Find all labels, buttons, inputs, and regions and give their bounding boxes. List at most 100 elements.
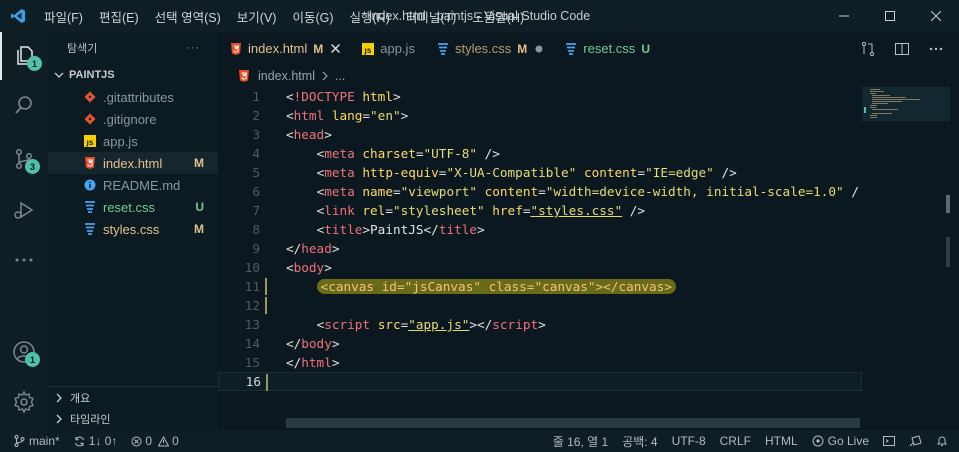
problems-indicator[interactable]: 0 0 — [124, 430, 185, 452]
menu-item[interactable]: 도움말(H) — [464, 7, 532, 26]
unsaved-dot-icon[interactable] — [535, 45, 543, 53]
open-changes-icon[interactable] — [851, 41, 885, 57]
code-line[interactable]: 10 <body> — [218, 258, 862, 277]
file-item[interactable]: index.html M — [48, 152, 218, 174]
code-line[interactable]: 12 — [218, 296, 862, 315]
more-icon[interactable] — [0, 236, 48, 284]
highlighted-code: <canvas id="jsCanvas" class="canvas"></c… — [316, 279, 676, 294]
close-icon[interactable] — [913, 0, 959, 32]
code-line[interactable]: 13 <script src="app.js"></script> — [218, 315, 862, 334]
horizontal-scrollbar[interactable] — [286, 418, 860, 428]
file-name: README.md — [103, 177, 181, 193]
code-editor[interactable]: 1 <!DOCTYPE html> 2 <html lang="en"> 3 <head>… — [218, 87, 862, 417]
account-badge: 1 — [25, 352, 40, 367]
tab-status: M — [517, 41, 528, 56]
menu-item[interactable]: 터미널(T) — [398, 7, 464, 26]
account-icon[interactable]: 1 — [0, 328, 48, 376]
code-line[interactable]: 5 <meta http-equiv="X-UA-Compatible" con… — [218, 163, 862, 182]
go-live-button[interactable]: Go Live — [805, 430, 876, 452]
line-number: 9 — [252, 241, 260, 256]
encoding[interactable]: UTF-8 — [665, 430, 713, 452]
line-number: 3 — [252, 127, 260, 142]
indentation[interactable]: 공백: 4 — [615, 430, 664, 452]
source-control-icon[interactable]: 3 — [0, 135, 48, 183]
tab-status: M — [313, 41, 324, 56]
code-line[interactable]: 6 <meta name="viewport" content="width=d… — [218, 182, 862, 201]
code-line[interactable]: 3 <head> — [218, 125, 862, 144]
minimap[interactable] — [862, 87, 950, 417]
run-debug-icon[interactable] — [0, 186, 48, 234]
line-number: 5 — [252, 165, 260, 180]
close-icon[interactable] — [331, 44, 341, 53]
sync-indicator[interactable]: 1↓ 0↑ — [67, 430, 125, 452]
menu-item[interactable]: 파일(F) — [36, 7, 91, 26]
file-item[interactable]: reset.css U — [48, 196, 218, 218]
cursor-position[interactable]: 줄 16, 열 1 — [546, 430, 615, 452]
code-line[interactable]: 4 <meta charset="UTF-8" /> — [218, 144, 862, 163]
file-item[interactable]: .gitignore — [48, 108, 218, 130]
file-item[interactable]: JS app.js — [48, 130, 218, 152]
line-ending[interactable]: CRLF — [713, 430, 758, 452]
folder-name: PAINTJS — [69, 69, 115, 81]
git-icon — [84, 113, 96, 125]
menu-item[interactable]: 보기(V) — [229, 7, 285, 26]
more-actions-icon[interactable] — [919, 41, 953, 57]
menu-item[interactable]: 선택 영역(S) — [147, 7, 229, 26]
menu-item[interactable]: 편집(E) — [91, 7, 147, 26]
tab-index-html[interactable]: index.html M — [218, 32, 351, 65]
code-line[interactable]: 2 <html lang="en"> — [218, 106, 862, 125]
code-text: <body> — [286, 260, 332, 275]
branch-indicator[interactable]: main* — [0, 430, 67, 452]
css-icon — [84, 223, 96, 235]
code-line[interactable]: 15 </html> — [218, 353, 862, 372]
code-line[interactable]: 8 <title>PaintJS</title> — [218, 220, 862, 239]
tab-label: styles.css — [454, 41, 512, 56]
tab-styles-css[interactable]: styles.css M — [425, 32, 553, 65]
branch-icon — [14, 435, 25, 447]
terminal-icon[interactable] — [876, 430, 902, 452]
html-icon — [230, 42, 242, 55]
html-icon — [84, 157, 96, 169]
sync-status: 1↓ 0↑ — [88, 434, 118, 448]
folder-paintjs[interactable]: PAINTJS — [48, 64, 218, 86]
explorer-more-icon[interactable]: ··· — [186, 42, 200, 54]
warning-count: 0 — [172, 434, 179, 448]
chevron-right-icon — [54, 414, 64, 424]
explorer-icon[interactable]: 1 — [0, 32, 48, 80]
git-icon — [84, 91, 96, 103]
settings-gear-icon[interactable] — [0, 378, 48, 426]
tab-app-js[interactable]: JS app.js — [350, 32, 425, 65]
maximize-icon[interactable] — [867, 0, 913, 32]
notifications-bell-icon[interactable] — [929, 430, 955, 452]
warning-icon — [158, 435, 170, 447]
feedback-icon[interactable] — [902, 430, 929, 452]
file-name: reset.css — [103, 199, 156, 215]
code-line[interactable]: 14 </body> — [218, 334, 862, 353]
code-line[interactable]: 9 </head> — [218, 239, 862, 258]
sync-icon — [74, 436, 85, 447]
code-text: <canvas id="jsCanvas" class="canvas"></c… — [286, 279, 676, 294]
file-name: app.js — [103, 133, 138, 149]
code-line[interactable]: 11 <canvas id="jsCanvas" class="canvas">… — [218, 277, 862, 296]
file-item[interactable]: .gitattributes — [48, 86, 218, 108]
code-line[interactable]: 7 <link rel="stylesheet" href="styles.cs… — [218, 201, 862, 220]
search-icon[interactable] — [0, 81, 48, 129]
file-item[interactable]: README.md — [48, 174, 218, 196]
minimize-icon[interactable] — [821, 0, 867, 32]
menu-item[interactable]: 실행(R) — [342, 7, 398, 26]
menu-item[interactable]: 이동(G) — [284, 7, 341, 26]
breadcrumb-rest[interactable]: ... — [335, 69, 345, 83]
language-mode[interactable]: HTML — [758, 430, 805, 452]
code-text: <!DOCTYPE html> — [286, 89, 401, 104]
split-editor-icon[interactable] — [885, 41, 919, 57]
info-icon — [84, 179, 96, 191]
file-item[interactable]: styles.css M — [48, 218, 218, 240]
breadcrumb-file[interactable]: index.html — [258, 69, 315, 83]
timeline-section[interactable]: 타임라인 — [48, 408, 218, 430]
code-line[interactable]: 16 — [218, 372, 862, 391]
git-gutter-marker — [265, 278, 267, 295]
outline-section[interactable]: 개요 — [48, 386, 218, 408]
code-line[interactable]: 1 <!DOCTYPE html> — [218, 87, 862, 106]
chevron-right-icon — [321, 71, 329, 81]
tab-reset-css[interactable]: reset.css U — [553, 32, 660, 65]
